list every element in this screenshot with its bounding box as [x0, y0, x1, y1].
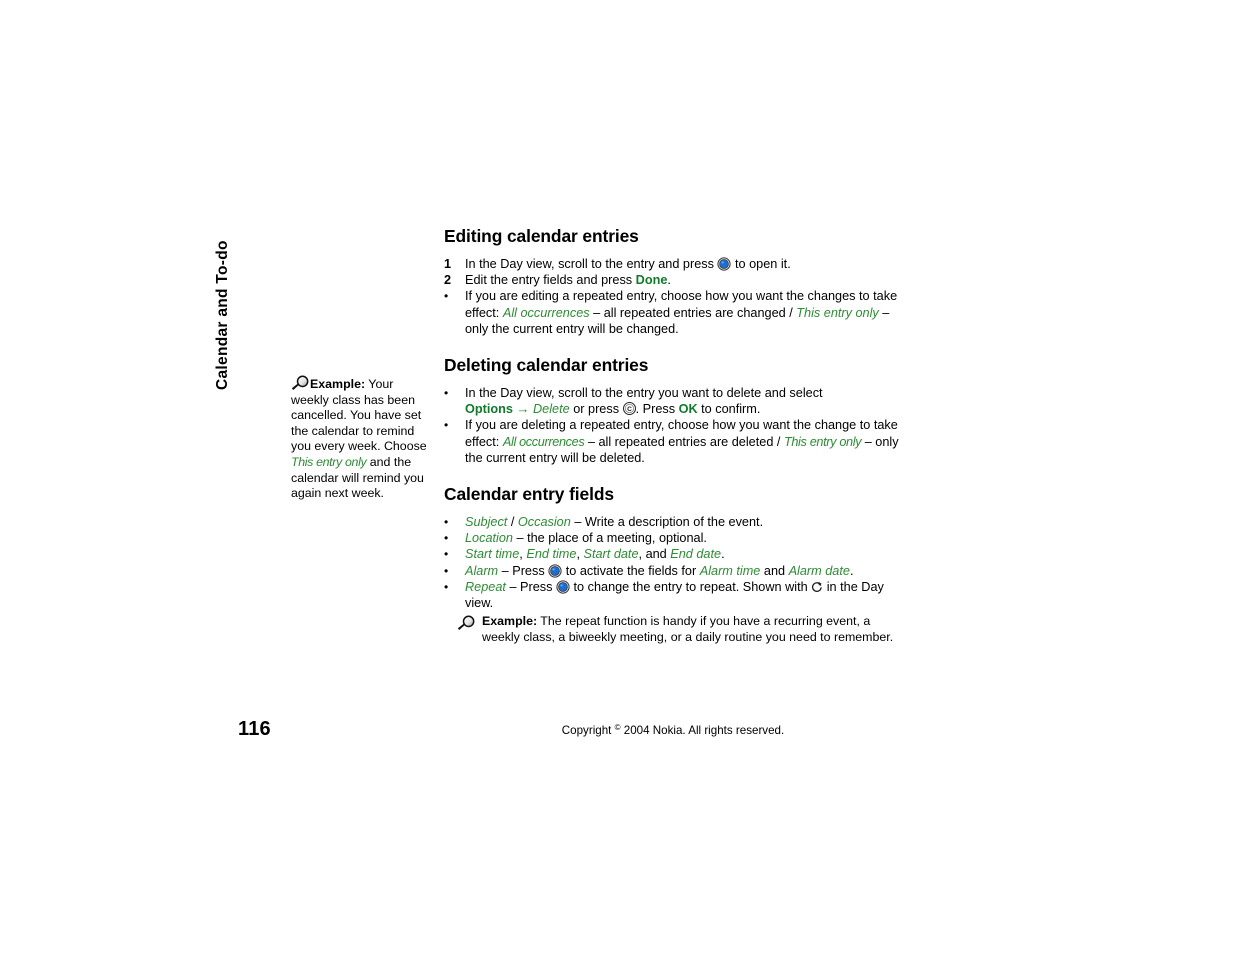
- bullet-marker: •: [444, 515, 449, 530]
- list-item: • Alarm – Press to activate the fields fo…: [444, 563, 902, 579]
- nav-key-icon: [717, 257, 732, 271]
- heading-calendar-entry-fields: Calendar entry fields: [444, 484, 614, 505]
- sidebar-example-label: Example:: [310, 377, 366, 391]
- bullet-marker: •: [444, 531, 449, 546]
- list-item: 2 Edit the entry fields and press Done.: [444, 272, 902, 288]
- step-text-2: – all repeated entries are changed /: [589, 305, 797, 320]
- sidebar-note-emphasis: This entry only: [291, 454, 367, 469]
- heading-deleting-calendar-entries: Deleting calendar entries: [444, 355, 649, 376]
- list-item: • In the Day view, scroll to the entry yo…: [444, 385, 902, 417]
- list-item: • Location – the place of a meeting, opti…: [444, 530, 902, 546]
- field-end-time: End time: [526, 547, 577, 562]
- list-item: • Repeat – Press to change the entry to r…: [444, 579, 902, 611]
- sidebar-example-text: Example: Your weekly class has been canc…: [291, 375, 434, 502]
- nav-key-icon: [556, 580, 570, 594]
- menu-item-delete: Delete: [533, 402, 570, 417]
- bullet-marker: •: [444, 289, 449, 304]
- list-item: • If you are editing a repeated entry, ch…: [444, 288, 902, 337]
- list-item: • If you are deleting a repeated entry, c…: [444, 417, 902, 466]
- bullet-marker: •: [444, 579, 449, 594]
- step-text-1: In the Day view, scroll to the entry you…: [465, 386, 823, 401]
- copyright-text-pre: Copyright: [561, 724, 615, 737]
- main-content-column: Editing calendar entries 1 In the Day vie…: [444, 226, 902, 646]
- list-item: • Start time, End time, Start date, and E…: [444, 546, 902, 562]
- field-text-2: to change the entry to repeat. Shown wit…: [569, 579, 812, 594]
- page-number: 116: [238, 718, 271, 740]
- chapter-tab: Calendar and To-do: [214, 225, 260, 390]
- field-text-3: and: [760, 563, 789, 578]
- copyright-text-post: 2004 Nokia. All rights reserved.: [620, 724, 785, 737]
- step-text-3: . Press: [635, 402, 679, 417]
- field-end-date: End date: [670, 547, 722, 562]
- option-this-entry-only: This entry only: [796, 305, 879, 320]
- step-marker: 2: [444, 273, 452, 288]
- field-text-2: to activate the fields for: [562, 563, 700, 578]
- field-description: – Write a description of the event.: [570, 515, 764, 530]
- magnifier-icon: [457, 615, 476, 631]
- nav-key-icon: [548, 564, 562, 578]
- heading-editing-calendar-entries: Editing calendar entries: [444, 226, 639, 246]
- field-alarm-time: Alarm time: [699, 563, 761, 578]
- field-start-time: Start time: [465, 547, 520, 562]
- copyright-notice: Copyright © 2004 Nokia. All rights reser…: [444, 721, 902, 738]
- bullet-marker: •: [444, 547, 449, 562]
- svg-text:C: C: [627, 406, 632, 413]
- field-text-1: – Press: [505, 579, 556, 594]
- field-description: – the place of a meeting, optional.: [512, 531, 707, 546]
- inline-example-note: Example: The repeat function is handy if…: [444, 614, 902, 646]
- field-start-date: Start date: [583, 547, 639, 562]
- field-location: Location: [465, 531, 513, 546]
- field-separator: , and: [638, 547, 671, 562]
- repeat-icon: [811, 581, 823, 593]
- softkey-ok-label: OK: [678, 402, 698, 417]
- softkey-done-label: Done: [635, 273, 668, 288]
- list-item: • Subject / Occasion – Write a descriptio…: [444, 514, 902, 530]
- bullet-marker: •: [444, 563, 449, 578]
- field-separator: ,: [576, 547, 584, 562]
- step-text-2: .: [667, 273, 671, 288]
- field-separator: /: [507, 515, 518, 530]
- field-subject: Subject: [465, 515, 508, 530]
- step-text-2: – all repeated entries are deleted /: [584, 434, 784, 449]
- field-description: .: [721, 547, 725, 562]
- field-alarm: Alarm: [465, 563, 499, 578]
- magnifier-icon: [291, 375, 310, 391]
- field-repeat: Repeat: [465, 579, 506, 594]
- field-alarm-date: Alarm date: [788, 563, 850, 578]
- bullet-marker: •: [444, 418, 449, 433]
- step-text-2: or press: [569, 402, 623, 417]
- sidebar-example-note: Example: Your weekly class has been canc…: [291, 375, 434, 502]
- bullet-marker: •: [444, 386, 449, 401]
- field-occasion: Occasion: [517, 515, 571, 530]
- option-all-occurrences: All occurrences: [502, 434, 585, 449]
- step-text-2: to open it.: [731, 257, 791, 271]
- softkey-options-label: Options: [465, 402, 513, 417]
- step-text-1: Edit the entry fields and press: [465, 273, 636, 288]
- arrow-right-icon: →: [516, 401, 530, 417]
- chapter-tab-label: Calendar and To-do: [214, 240, 231, 390]
- field-text-1: – Press: [498, 563, 549, 578]
- inline-example-label: Example:: [482, 614, 538, 629]
- inline-example-text: The repeat function is handy if you have…: [482, 614, 894, 645]
- step-marker: 1: [444, 257, 452, 271]
- clear-key-icon: C: [622, 402, 636, 416]
- field-text-4: .: [849, 563, 854, 578]
- option-this-entry-only: This entry only: [783, 434, 862, 449]
- list-item: 1 In the Day view, scroll to the entry an…: [444, 256, 902, 272]
- step-text-1: In the Day view, scroll to the entry and…: [465, 257, 718, 271]
- step-text-4: to confirm.: [697, 402, 761, 417]
- option-all-occurrences: All occurrences: [502, 305, 590, 320]
